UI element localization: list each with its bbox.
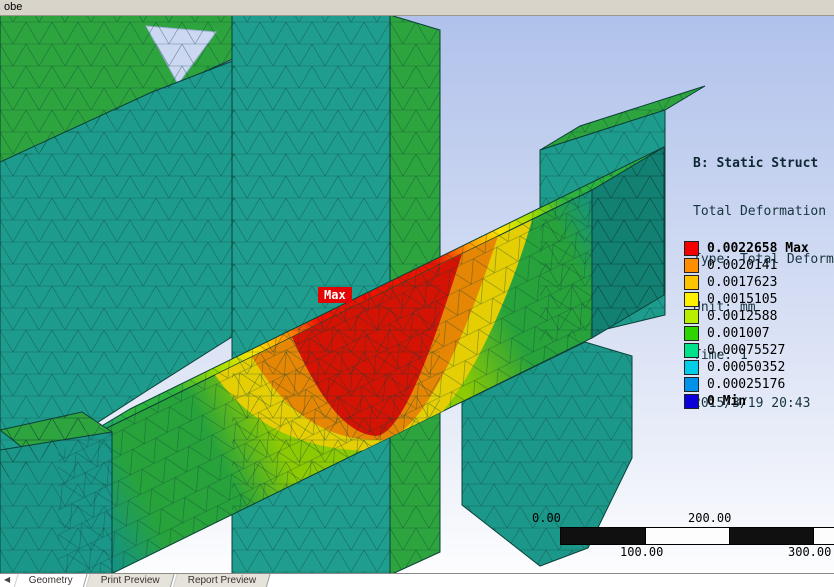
legend-swatch	[684, 376, 699, 392]
legend-row: 0.0022658 Max	[684, 240, 809, 256]
legend-value: 0.0020141	[707, 257, 778, 273]
legend-swatch	[684, 291, 699, 307]
view-tab-bar: ◀ Geometry Print Preview Report Preview	[0, 573, 834, 587]
tab-print-preview[interactable]: Print Preview	[84, 574, 175, 587]
tab-geometry-label: Geometry	[28, 575, 73, 586]
legend-swatch	[684, 274, 699, 290]
result-name: Total Deformation	[693, 204, 827, 219]
scale-ruler: 0.00 200.00 100.00 300.00	[528, 511, 834, 561]
legend-row: 0.00075527	[684, 342, 809, 358]
legend-row: 0.0012588	[684, 308, 809, 324]
ruler-segment-black	[729, 528, 813, 544]
ruler-label-300: 300.00	[788, 545, 832, 559]
legend-swatch	[684, 342, 699, 358]
legend-row: 0.0020141	[684, 257, 809, 273]
legend-row: 0.0015105	[684, 291, 809, 307]
contour-legend: 0.0022658 Max 0.0020141 0.0017623 0.0015…	[684, 240, 809, 410]
tab-scroll-left-icon[interactable]: ◀	[0, 574, 15, 584]
tab-print-preview-label: Print Preview	[100, 575, 160, 586]
ruler-segment-white	[813, 528, 834, 544]
legend-value: 0.00075527	[707, 342, 786, 358]
legend-value: 0.00025176	[707, 376, 786, 392]
legend-value: 0 Min	[707, 393, 747, 409]
window-title-bar[interactable]: obe	[0, 0, 834, 16]
legend-row: 0.0017623	[684, 274, 809, 290]
ruler-label-100: 100.00	[620, 545, 664, 559]
analysis-title: B: Static Struct	[693, 156, 819, 171]
ruler-segment-white	[645, 528, 729, 544]
legend-value: 0.0015105	[707, 291, 778, 307]
ruler-bar	[560, 527, 834, 545]
legend-swatch	[684, 257, 699, 273]
ruler-segment-black	[561, 528, 645, 544]
window-title-text: obe	[4, 1, 23, 13]
legend-row: 0.00025176	[684, 376, 809, 392]
legend-swatch	[684, 240, 699, 256]
legend-value: 0.0012588	[707, 308, 778, 324]
ruler-label-0: 0.00	[532, 511, 561, 525]
legend-swatch	[684, 359, 699, 375]
legend-value: 0.0022658 Max	[707, 240, 809, 256]
legend-row: 0.00050352	[684, 359, 809, 375]
max-probe-dot	[362, 295, 367, 300]
legend-swatch	[684, 325, 699, 341]
legend-value: 0.0017623	[707, 274, 778, 290]
legend-swatch	[684, 308, 699, 324]
ruler-label-200: 200.00	[688, 511, 732, 525]
legend-swatch	[684, 393, 699, 409]
legend-value: 0.001007	[707, 325, 770, 341]
tab-report-preview[interactable]: Report Preview	[171, 574, 271, 587]
legend-row: 0.001007	[684, 325, 809, 341]
legend-value: 0.00050352	[707, 359, 786, 375]
legend-row: 0 Min	[684, 393, 809, 409]
tab-geometry[interactable]: Geometry	[12, 574, 88, 587]
max-probe-label[interactable]: Max	[318, 287, 352, 303]
application-window: obe Max B: Static Struct Total Deformati…	[0, 0, 834, 587]
tab-report-preview-label: Report Preview	[187, 575, 257, 586]
